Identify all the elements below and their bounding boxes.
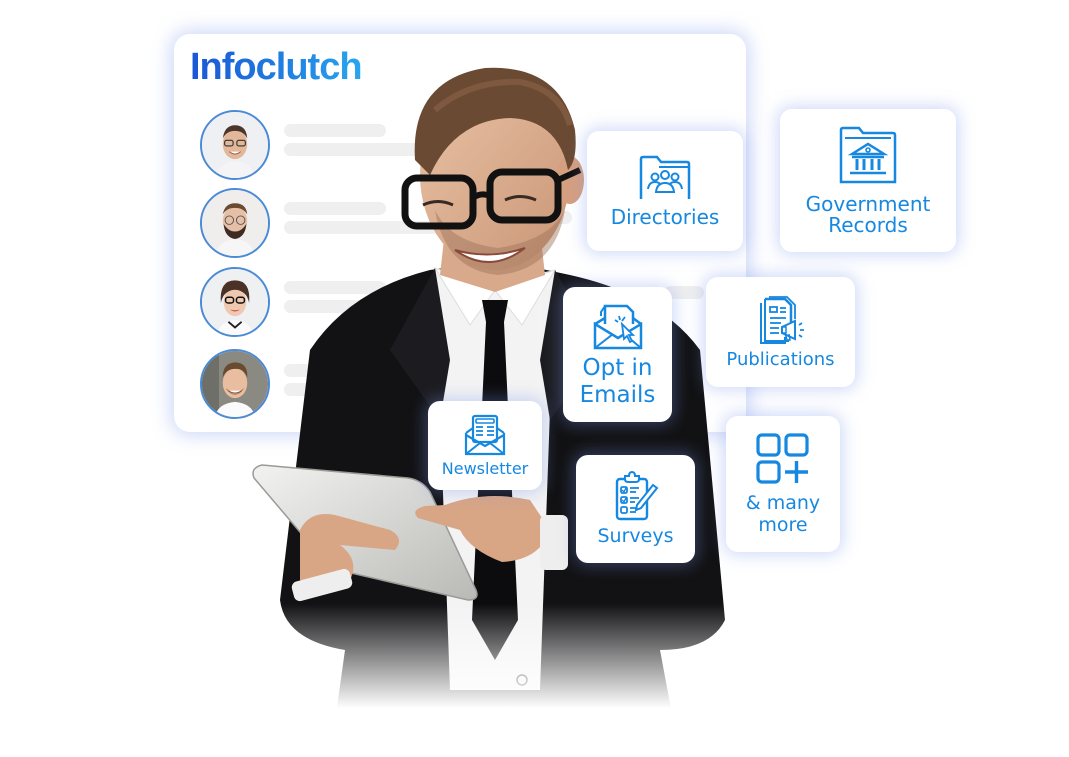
- grid-plus-icon: [756, 433, 809, 484]
- tile-label-line-2: Emails: [579, 381, 656, 408]
- feature-tile-government-records[interactable]: Government Records: [780, 109, 956, 252]
- tile-label: Surveys: [597, 525, 674, 548]
- document-megaphone-icon: [759, 295, 804, 344]
- tile-label-line-1: Opt in: [582, 355, 653, 382]
- envelope-click-icon: [593, 305, 642, 350]
- clipboard-checklist-icon: [615, 471, 658, 521]
- feature-tile-publications[interactable]: Publications: [706, 277, 855, 387]
- newsletter-envelope-icon: [464, 414, 506, 456]
- tile-label: Newsletter: [441, 459, 529, 479]
- tile-label-line-1: & many: [745, 492, 821, 515]
- tile-label-line-2: Records: [828, 212, 908, 237]
- tile-label-line-1: Government: [805, 191, 931, 216]
- feature-tile-directories[interactable]: Directories: [587, 131, 743, 251]
- feature-tile-newsletter[interactable]: Newsletter: [428, 401, 542, 490]
- feature-tile-opt-in-emails[interactable]: Opt in Emails: [563, 287, 672, 422]
- folder-government-building-icon: [839, 126, 897, 183]
- tile-label-line-2: more: [758, 514, 808, 536]
- tile-label: Publications: [726, 348, 835, 370]
- hero-illustration: Infoclutch: [0, 0, 1069, 757]
- feature-tile-surveys[interactable]: Surveys: [576, 455, 695, 563]
- tile-label: Directories: [610, 204, 720, 229]
- feature-tile-many-more[interactable]: & many more: [726, 416, 840, 552]
- folder-people-icon: [639, 155, 691, 199]
